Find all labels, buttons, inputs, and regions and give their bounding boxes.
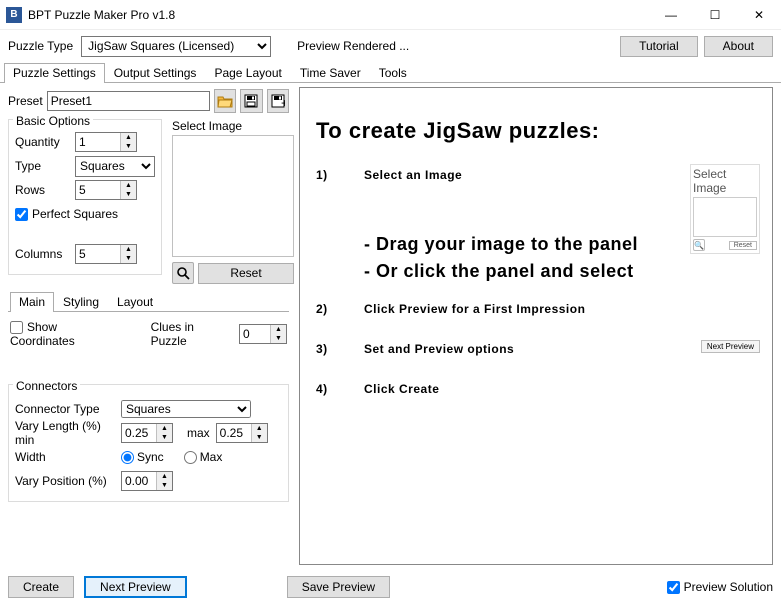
magnify-icon <box>176 266 190 280</box>
save-preset-button[interactable] <box>240 89 262 113</box>
clues-label: Clues in Puzzle <box>151 320 233 348</box>
vary-length-max-stepper[interactable]: ▲▼ <box>216 423 268 443</box>
puzzle-type-select[interactable]: JigSaw Squares (Licensed) <box>81 36 271 57</box>
save-plus-icon: + <box>271 94 285 108</box>
chevron-up-icon[interactable]: ▲ <box>121 133 136 142</box>
preset-input[interactable] <box>47 91 210 111</box>
vary-length-label: Vary Length (%) min <box>15 419 115 447</box>
main-tabs: Puzzle Settings Output Settings Page Lay… <box>0 62 781 83</box>
quantity-input[interactable] <box>76 133 120 151</box>
type-select[interactable]: Squares <box>75 156 155 177</box>
maximize-button[interactable]: ☐ <box>693 0 737 30</box>
preview-pane: To create JigSaw puzzles: 1)Select an Im… <box>299 87 773 565</box>
select-image-group: Select Image Reset <box>172 119 294 285</box>
left-panel: Preset + Basic Options Quantity ▲▼ <box>0 83 297 569</box>
connector-type-label: Connector Type <box>15 402 115 416</box>
save-preview-button[interactable]: Save Preview <box>287 576 390 598</box>
tutorial-button[interactable]: Tutorial <box>620 36 698 57</box>
magnify-button[interactable] <box>172 262 194 284</box>
clues-input[interactable] <box>240 325 270 343</box>
save-icon <box>244 94 258 108</box>
mini-next-preview: Next Preview <box>701 340 760 353</box>
svg-text:+: + <box>281 96 285 108</box>
tab-output-settings[interactable]: Output Settings <box>105 63 206 83</box>
select-image-legend: Select Image <box>172 119 294 133</box>
top-row: Puzzle Type JigSaw Squares (Licensed) Pr… <box>0 30 781 62</box>
step-4: Click Create <box>364 382 756 396</box>
right-panel: To create JigSaw puzzles: 1)Select an Im… <box>297 83 781 569</box>
reset-image-button[interactable]: Reset <box>198 263 294 284</box>
vary-length-min-stepper[interactable]: ▲▼ <box>121 423 173 443</box>
connector-type-select[interactable]: Squares <box>121 400 251 418</box>
close-button[interactable]: ✕ <box>737 0 781 30</box>
rows-stepper[interactable]: ▲▼ <box>75 180 137 200</box>
subtab-layout[interactable]: Layout <box>108 292 162 312</box>
vary-position-label: Vary Position (%) <box>15 474 115 488</box>
title-bar: B BPT Puzzle Maker Pro v1.8 — ☐ ✕ <box>0 0 781 30</box>
quantity-label: Quantity <box>15 135 69 149</box>
width-label: Width <box>15 450 115 464</box>
rows-label: Rows <box>15 183 69 197</box>
connectors-legend: Connectors <box>13 379 80 393</box>
columns-input[interactable] <box>76 245 120 263</box>
width-max-radio[interactable]: Max <box>184 450 223 464</box>
window-title: BPT Puzzle Maker Pro v1.8 <box>28 8 649 22</box>
step-1b: - Or click the panel and select <box>364 259 756 284</box>
tab-tools[interactable]: Tools <box>370 63 416 83</box>
basic-options-legend: Basic Options <box>13 114 93 128</box>
subtab-styling[interactable]: Styling <box>54 292 108 312</box>
preset-label: Preset <box>8 94 43 108</box>
puzzle-type-label: Puzzle Type <box>8 39 73 53</box>
tab-puzzle-settings[interactable]: Puzzle Settings <box>4 63 105 83</box>
bottom-bar: Create Next Preview Save Preview Preview… <box>0 569 781 605</box>
subtab-main[interactable]: Main <box>10 292 54 312</box>
rows-input[interactable] <box>76 181 120 199</box>
connectors-group: Connectors Connector Type Squares Vary L… <box>8 384 289 502</box>
open-preset-button[interactable] <box>214 89 236 113</box>
columns-stepper[interactable]: ▲▼ <box>75 244 137 264</box>
magnify-icon: 🔍 <box>693 239 705 251</box>
quantity-stepper[interactable]: ▲▼ <box>75 132 137 152</box>
columns-label: Columns <box>15 247 69 261</box>
perfect-squares-checkbox[interactable]: Perfect Squares <box>15 207 118 221</box>
save-preset-plus-button[interactable]: + <box>267 89 289 113</box>
show-coordinates-checkbox[interactable]: Show Coordinates <box>10 320 125 348</box>
folder-open-icon <box>217 94 233 108</box>
tab-time-saver[interactable]: Time Saver <box>291 63 370 83</box>
sub-tabs: Main Styling Layout <box>8 291 289 312</box>
preview-title: To create JigSaw puzzles: <box>316 118 756 144</box>
vary-position-stepper[interactable]: ▲▼ <box>121 471 173 491</box>
basic-options-group: Basic Options Quantity ▲▼ Type Squares R… <box>8 119 162 275</box>
preview-status: Preview Rendered ... <box>297 39 614 53</box>
step-3: Set and Preview options <box>364 342 756 356</box>
vary-length-max-label: max <box>187 426 210 440</box>
chevron-down-icon[interactable]: ▼ <box>121 142 136 151</box>
tab-page-layout[interactable]: Page Layout <box>205 63 290 83</box>
about-button[interactable]: About <box>704 36 773 57</box>
clues-stepper[interactable]: ▲▼ <box>239 324 287 344</box>
next-preview-button[interactable]: Next Preview <box>84 576 187 598</box>
app-icon: B <box>6 7 22 23</box>
step-2: Click Preview for a First Impression <box>364 302 756 316</box>
minimize-button[interactable]: — <box>649 0 693 30</box>
mini-select-image: Select Image 🔍Reset <box>690 164 760 254</box>
type-label: Type <box>15 159 69 173</box>
create-button[interactable]: Create <box>8 576 74 598</box>
width-sync-radio[interactable]: Sync <box>121 450 164 464</box>
image-drop-panel[interactable] <box>172 135 294 257</box>
